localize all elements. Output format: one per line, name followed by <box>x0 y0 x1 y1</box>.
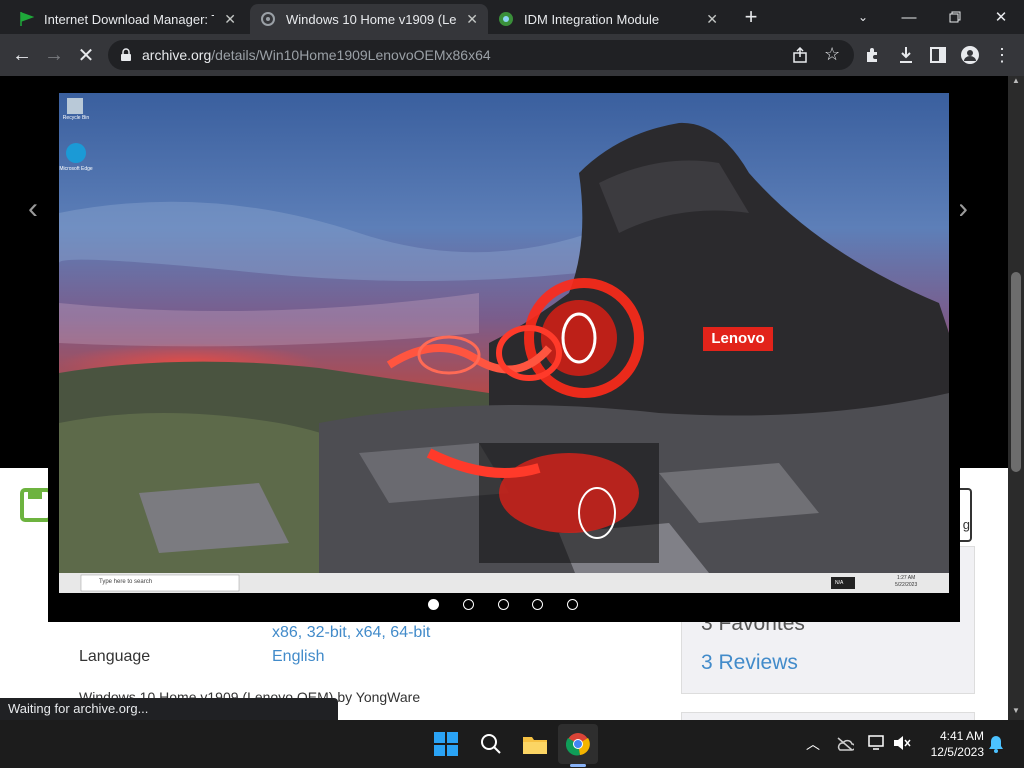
search-icon <box>481 734 501 754</box>
tab-idm-integration[interactable]: IDM Integration Module ✕ <box>490 4 728 34</box>
browser-toolbar: ← → ✕ archive.org/details/Win10Home1909L… <box>0 34 1024 76</box>
slide-image[interactable]: Recycle Bin Microsoft Edge Lenovo Type h… <box>59 93 949 593</box>
desktop-screenshot <box>59 93 949 593</box>
reviews-link[interactable]: 3 Reviews <box>701 651 798 675</box>
start-button[interactable] <box>426 724 466 764</box>
url-host: archive.org <box>142 47 212 63</box>
file-explorer-button[interactable] <box>515 724 555 764</box>
slideshow[interactable]: Recycle Bin Microsoft Edge Lenovo Type h… <box>48 86 960 622</box>
edge-icon <box>66 143 86 163</box>
tab-search-icon[interactable]: ⌄ <box>840 0 886 34</box>
tab-idm[interactable]: Internet Download Manager: Th ✕ <box>8 4 246 34</box>
minimize-button[interactable]: — <box>886 0 932 34</box>
page-content: ‹ › g 3 Favorites 3 Reviews x86, 32-bit,… <box>0 76 1008 720</box>
tab-title: Internet Download Manager: Th <box>44 11 214 27</box>
slide-dot[interactable] <box>567 599 578 610</box>
page-scrollbar[interactable]: ▲ ▼ <box>1008 76 1024 720</box>
slide-dots <box>428 599 578 613</box>
notification-bell-icon[interactable] <box>988 735 1004 753</box>
clock-time: 4:41 AM <box>939 729 984 743</box>
close-icon[interactable]: ✕ <box>466 11 478 28</box>
edge-label: Microsoft Edge <box>59 166 93 172</box>
close-icon[interactable]: ✕ <box>224 11 236 28</box>
green-flag-icon <box>20 11 34 26</box>
windows-logo-icon <box>434 732 458 756</box>
lenovo-logo: Lenovo <box>703 327 773 351</box>
system-clock[interactable]: 4:41 AM 12/5/2023 <box>931 728 984 760</box>
architecture-links[interactable]: x86, 32-bit, x64, 64-bit <box>272 624 430 642</box>
close-icon[interactable]: ✕ <box>706 11 718 28</box>
onedrive-icon[interactable] <box>836 736 854 752</box>
network-icon[interactable] <box>868 735 886 751</box>
show-hidden-icons-chevron-icon[interactable]: ︿ <box>793 724 833 764</box>
restore-icon <box>949 11 961 23</box>
slide-dot[interactable] <box>532 599 544 610</box>
scrollbar-thumb[interactable] <box>1011 272 1021 472</box>
back-icon[interactable]: ← <box>6 34 38 76</box>
tab-title: Windows 10 Home v1909 (Leno <box>286 11 456 27</box>
prev-slide-icon[interactable]: ‹ <box>28 192 38 226</box>
volume-muted-icon[interactable] <box>893 735 911 751</box>
active-app-indicator <box>570 764 586 767</box>
archive-icon <box>261 12 275 26</box>
menu-icon[interactable]: ⋮ <box>986 34 1018 76</box>
new-tab-button[interactable]: + <box>728 0 774 34</box>
language-label: Language <box>79 648 151 665</box>
download-icon[interactable] <box>898 46 914 64</box>
address-bar[interactable]: archive.org/details/Win10Home1909LenovoO… <box>108 40 854 70</box>
clock-date: 12/5/2023 <box>930 745 984 759</box>
recycle-bin-label: Recycle Bin <box>62 115 90 121</box>
extensions-icon[interactable] <box>864 47 880 63</box>
slide-dot[interactable] <box>428 599 439 610</box>
scroll-up-icon[interactable]: ▲ <box>1012 76 1020 85</box>
status-bubble: Waiting for archive.org... <box>0 698 338 720</box>
recycle-bin-icon <box>67 98 83 114</box>
screenshot-time: 1:27 AM <box>896 575 916 581</box>
tab-archive[interactable]: Windows 10 Home v1909 (Leno ✕ <box>250 4 488 34</box>
restore-button[interactable] <box>932 0 978 34</box>
slide-dot[interactable] <box>497 599 509 610</box>
sidebar-box-next <box>681 712 975 720</box>
close-window-button[interactable]: ✕ <box>978 0 1024 34</box>
stop-loading-icon[interactable]: ✕ <box>70 34 102 76</box>
chrome-icon <box>566 733 590 756</box>
idm-icon <box>499 12 513 26</box>
share-icon[interactable] <box>792 47 808 63</box>
profile-icon[interactable] <box>961 46 979 64</box>
slide-dot[interactable] <box>462 599 474 610</box>
tab-strip: Internet Download Manager: Th ✕ Windows … <box>0 0 1024 34</box>
chrome-taskbar-button[interactable] <box>558 724 598 764</box>
folder-icon <box>523 737 547 754</box>
bookmark-star-icon[interactable]: ☆ <box>824 44 840 65</box>
tab-title: IDM Integration Module <box>524 11 660 27</box>
scroll-down-icon[interactable]: ▼ <box>1012 706 1020 715</box>
language-link[interactable]: English <box>272 648 324 666</box>
screenshot-lang-badge: N/A <box>835 580 844 586</box>
forward-icon[interactable]: → <box>38 34 70 76</box>
screenshot-date: 5/22/2023 <box>895 582 918 588</box>
lock-icon <box>121 48 131 61</box>
screenshot-search-box: Type here to search <box>99 579 153 585</box>
taskbar-search-button[interactable] <box>471 724 511 764</box>
side-panel-icon[interactable] <box>930 47 946 63</box>
windows-taskbar: ︿ 4:41 AM 12/5/2023 <box>0 720 1024 768</box>
url-path: /details/Win10Home1909LenovoOEMx86x64 <box>211 47 491 63</box>
